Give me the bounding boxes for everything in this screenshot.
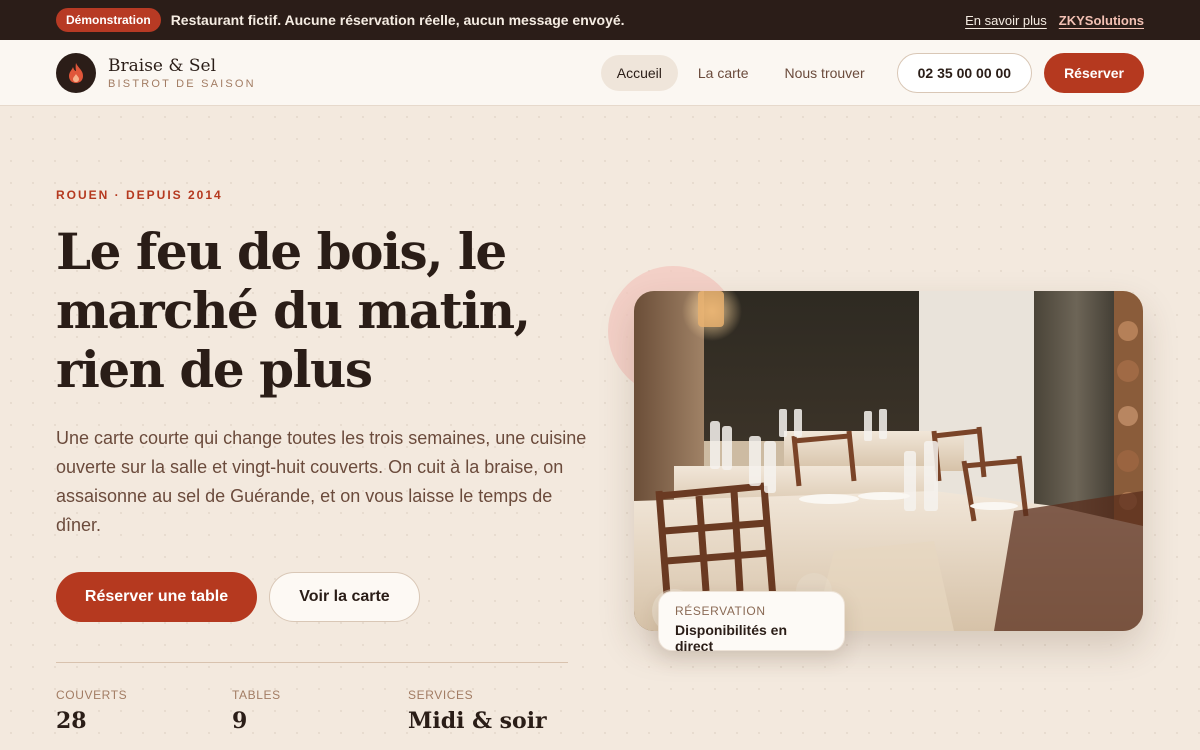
main-nav: Accueil La carte Nous trouver 02 35 00 0… bbox=[600, 52, 1144, 93]
brand-logo[interactable]: Braise & Sel BISTROT DE SAISON bbox=[108, 56, 256, 90]
brand-name: Braise & Sel bbox=[108, 55, 217, 76]
phone-button[interactable]: 02 35 00 00 00 bbox=[896, 52, 1033, 93]
reservation-card: RÉSERVATION Disponibilités en direct bbox=[658, 591, 845, 654]
stat-covers: COUVERTS 28 bbox=[56, 688, 127, 734]
stat-label: COUVERTS bbox=[56, 688, 128, 702]
headline-line: marché du matin, bbox=[56, 281, 531, 340]
flame-icon[interactable] bbox=[56, 52, 96, 93]
brand-tagline: BISTROT DE SAISON bbox=[108, 77, 256, 90]
stat-tables: TABLES 9 bbox=[232, 688, 281, 734]
stat-value: Midi & soir bbox=[408, 708, 547, 734]
restaurant-photo bbox=[634, 291, 1143, 631]
stat-label: SERVICES bbox=[408, 688, 474, 702]
reservation-card-value: Disponibilités en direct bbox=[675, 622, 788, 654]
stat-services: SERVICES Midi & soir bbox=[408, 688, 547, 734]
brand-link[interactable]: ZKYSolutions bbox=[1059, 13, 1144, 28]
demo-notice: Restaurant fictif. Aucune réservation ré… bbox=[170, 12, 625, 28]
demo-badge: Démonstration bbox=[56, 8, 161, 32]
stats-divider bbox=[56, 662, 568, 663]
reserve-button[interactable]: Réserver bbox=[1044, 52, 1144, 93]
book-table-button[interactable]: Réserver une table bbox=[56, 572, 257, 622]
hero-description: Une carte courte qui change toutes les t… bbox=[56, 428, 587, 535]
hero-headline: Le feu de bois, le marché du matin, rien… bbox=[56, 222, 616, 399]
hero-kicker: ROUEN · DEPUIS 2014 bbox=[56, 188, 223, 202]
stat-value: 9 bbox=[232, 708, 248, 734]
headline-line: Le feu de bois, le bbox=[56, 222, 507, 281]
view-menu-button[interactable]: Voir la carte bbox=[269, 572, 420, 622]
stat-value: 28 bbox=[56, 708, 87, 734]
learn-more-link[interactable]: En savoir plus bbox=[965, 13, 1047, 28]
reservation-card-label: RÉSERVATION bbox=[675, 604, 766, 618]
stat-label: TABLES bbox=[232, 688, 281, 702]
demo-links: En savoir plus ZKYSolutions bbox=[965, 13, 1144, 28]
demo-banner: Démonstration Restaurant fictif. Aucune … bbox=[0, 0, 1200, 40]
nav-item-la-carte[interactable]: La carte bbox=[682, 55, 765, 91]
headline-line: rien de plus bbox=[56, 340, 373, 399]
site-header: Braise & Sel BISTROT DE SAISON Accueil L… bbox=[0, 40, 1200, 106]
nav-item-accueil[interactable]: Accueil bbox=[600, 54, 678, 91]
nav-item-nous-trouver[interactable]: Nous trouver bbox=[768, 55, 880, 91]
